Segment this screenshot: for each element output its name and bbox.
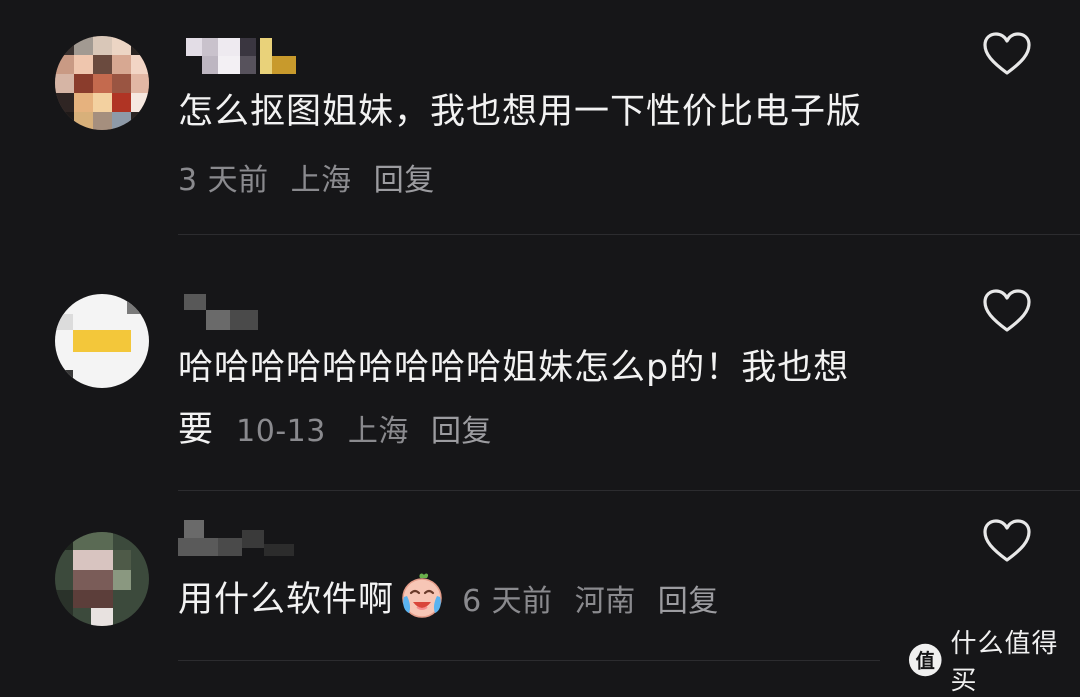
comment-text: 用什么软件啊 6 天前 河南 回复 — [178, 570, 731, 632]
comment-time: 6 天前 — [462, 584, 553, 619]
avatar[interactable] — [55, 532, 149, 626]
username-redacted[interactable] — [178, 294, 268, 330]
crying-laughing-emoji — [398, 571, 446, 619]
comment-meta: 10-13 上海 回复 — [236, 414, 504, 449]
comment-text: 哈哈哈哈哈哈哈哈哈姐妹怎么p的！我也想 — [178, 348, 850, 388]
divider — [178, 660, 880, 661]
avatar[interactable] — [55, 36, 149, 130]
divider — [178, 234, 1080, 235]
comment-time: 3 天前 — [178, 163, 269, 198]
heart-outline-icon[interactable] — [982, 518, 1032, 564]
divider — [178, 490, 1080, 491]
watermark-text: 什么值得买 — [950, 629, 1059, 696]
comment-meta: 6 天前 河南 回复 — [452, 584, 731, 619]
username-redacted[interactable] — [178, 38, 298, 74]
comment-location: 上海 — [347, 414, 409, 449]
comment-meta: 3 天前 上海 回复 — [178, 155, 447, 199]
comment-text-continued: 要 10-13 上海 回复 — [178, 400, 504, 462]
comment-location: 河南 — [574, 584, 636, 619]
heart-outline-icon[interactable] — [982, 288, 1032, 334]
reply-button[interactable]: 回复 — [658, 584, 719, 619]
comment-text: 怎么抠图姐妹，我也想用一下性价比电子版 — [178, 92, 863, 132]
watermark: 值 什么值得买 — [908, 629, 1080, 696]
heart-outline-icon[interactable] — [982, 31, 1032, 77]
reply-button[interactable]: 回复 — [374, 163, 435, 198]
username-redacted[interactable] — [178, 520, 298, 556]
avatar[interactable] — [55, 294, 149, 388]
svg-text:值: 值 — [916, 650, 935, 673]
smzdm-logo-icon: 值 — [908, 643, 942, 677]
comment-location: 上海 — [290, 163, 352, 198]
reply-button[interactable]: 回复 — [431, 414, 492, 449]
comment-time: 10-13 — [236, 414, 326, 449]
